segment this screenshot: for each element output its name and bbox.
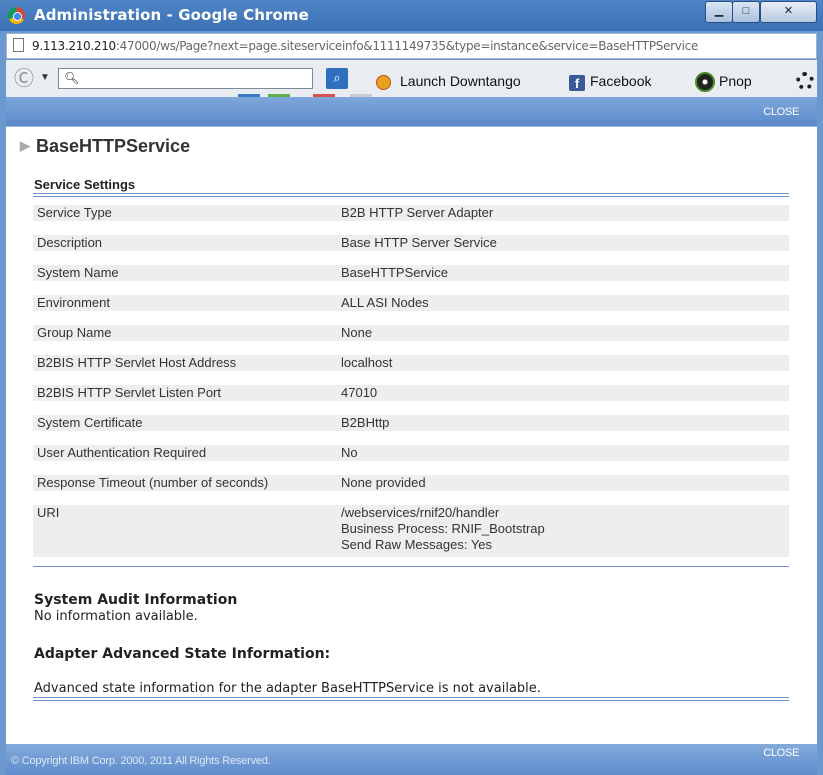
setting-value: B2BHttp	[335, 415, 789, 431]
search-icon: 🔍︎	[64, 71, 80, 85]
settings-row: Service Type B2B HTTP Server Adapter	[33, 205, 789, 221]
url-text[interactable]: 9.113.210.210:47000/ws/Page?next=page.si…	[32, 39, 698, 53]
downtango-icon	[376, 75, 391, 90]
setting-key: System Certificate	[33, 415, 335, 431]
advanced-divider	[33, 697, 789, 701]
setting-value: Base HTTP Server Service	[335, 235, 789, 251]
setting-key: B2BIS HTTP Servlet Listen Port	[33, 385, 335, 401]
settings-row: Environment ALL ASI Nodes	[33, 295, 789, 311]
pnop-button[interactable]: Pnop	[719, 73, 752, 89]
settings-row-uri: URI /webservices/rnif20/handler Business…	[33, 505, 789, 557]
audit-section-title: System Audit Information	[34, 592, 238, 608]
url-path: :47000/ws/Page?next=page.siteserviceinfo…	[115, 39, 699, 53]
facebook-button[interactable]: Facebook	[590, 73, 651, 89]
copyright-text: © Copyright IBM Corp. 2000, 2011 All Rig…	[11, 755, 271, 767]
settings-row: System Name BaseHTTPService	[33, 265, 789, 281]
launch-downtango-button[interactable]: Launch Downtango	[400, 73, 521, 89]
setting-key: Description	[33, 235, 335, 251]
setting-value: localhost	[335, 355, 789, 371]
service-name: BaseHTTPService	[36, 136, 191, 156]
pnop-icon	[695, 72, 715, 92]
browser-toolbar: Ⓒ ▼ 🔍︎ ⌕ Launch Downtango f Facebook Pno…	[6, 60, 817, 98]
advanced-state-title: Adapter Advanced State Information:	[34, 646, 331, 662]
minimize-button[interactable]: ▁	[705, 1, 733, 23]
service-title: ▶ BaseHTTPService	[20, 136, 190, 157]
setting-key: Group Name	[33, 325, 335, 341]
uri-line: /webservices/rnif20/handler	[341, 505, 500, 520]
search-button[interactable]: ⌕	[326, 68, 348, 89]
setting-value: B2B HTTP Server Adapter	[335, 205, 789, 221]
settings-row: B2BIS HTTP Servlet Listen Port 47010	[33, 385, 789, 401]
chevron-down-icon[interactable]: ▼	[40, 72, 50, 83]
setting-key: URI	[33, 505, 335, 557]
settings-row: System Certificate B2BHttp	[33, 415, 789, 431]
close-window-button[interactable]: ✕	[760, 1, 817, 23]
chrome-logo-icon	[8, 7, 25, 24]
facebook-icon: f	[569, 75, 585, 91]
url-host: 9.113.210.210	[32, 39, 116, 53]
close-button-bottom[interactable]: CLOSE	[763, 747, 799, 759]
settings-table: Service Type B2B HTTP Server Adapter Desc…	[33, 205, 789, 571]
expand-arrow-icon[interactable]: ▶	[20, 138, 30, 153]
settings-bottom-divider	[33, 566, 789, 567]
uri-send-raw: Send Raw Messages: Yes	[341, 537, 493, 552]
dialog-header: CLOSE	[6, 97, 817, 127]
page-icon	[13, 38, 24, 52]
window-title: Administration - Google Chrome	[34, 6, 309, 24]
settings-gear-icon[interactable]	[796, 72, 814, 90]
close-button-top[interactable]: CLOSE	[763, 106, 799, 118]
setting-key: Response Timeout (number of seconds)	[33, 475, 335, 491]
address-bar[interactable]: 9.113.210.210:47000/ws/Page?next=page.si…	[6, 33, 817, 59]
setting-value-uri: /webservices/rnif20/handler Business Pro…	[335, 505, 789, 557]
setting-value: BaseHTTPService	[335, 265, 789, 281]
section-divider	[33, 193, 789, 197]
window-titlebar[interactable]: Administration - Google Chrome ▁ □ ✕	[0, 0, 823, 31]
setting-value: No	[335, 445, 789, 461]
setting-value: None provided	[335, 475, 789, 491]
section-title-service-settings: Service Settings	[34, 177, 136, 192]
setting-value: None	[335, 325, 789, 341]
setting-value: 47010	[335, 385, 789, 401]
setting-key: B2BIS HTTP Servlet Host Address	[33, 355, 335, 371]
audit-section-text: No information available.	[34, 609, 198, 624]
settings-row: Description Base HTTP Server Service	[33, 235, 789, 251]
advanced-state-text: Advanced state information for the adapt…	[34, 681, 541, 696]
dialog-footer: © Copyright IBM Corp. 2000, 2011 All Rig…	[6, 744, 817, 775]
setting-key: Environment	[33, 295, 335, 311]
settings-row: Group Name None	[33, 325, 789, 341]
setting-value: ALL ASI Nodes	[335, 295, 789, 311]
settings-row: B2BIS HTTP Servlet Host Address localhost	[33, 355, 789, 371]
settings-row: User Authentication Required No	[33, 445, 789, 461]
toolbar-search-input[interactable]: 🔍︎	[58, 68, 313, 89]
toolbar-logo-icon[interactable]: Ⓒ	[14, 69, 34, 89]
setting-key: Service Type	[33, 205, 335, 221]
maximize-button[interactable]: □	[732, 1, 760, 23]
settings-row: Response Timeout (number of seconds) None…	[33, 475, 789, 491]
service-info-dialog: CLOSE ▶ BaseHTTPService Service Settings …	[6, 97, 817, 775]
setting-key: User Authentication Required	[33, 445, 335, 461]
uri-business-process: Business Process: RNIF_Bootstrap	[341, 521, 545, 536]
setting-key: System Name	[33, 265, 335, 281]
